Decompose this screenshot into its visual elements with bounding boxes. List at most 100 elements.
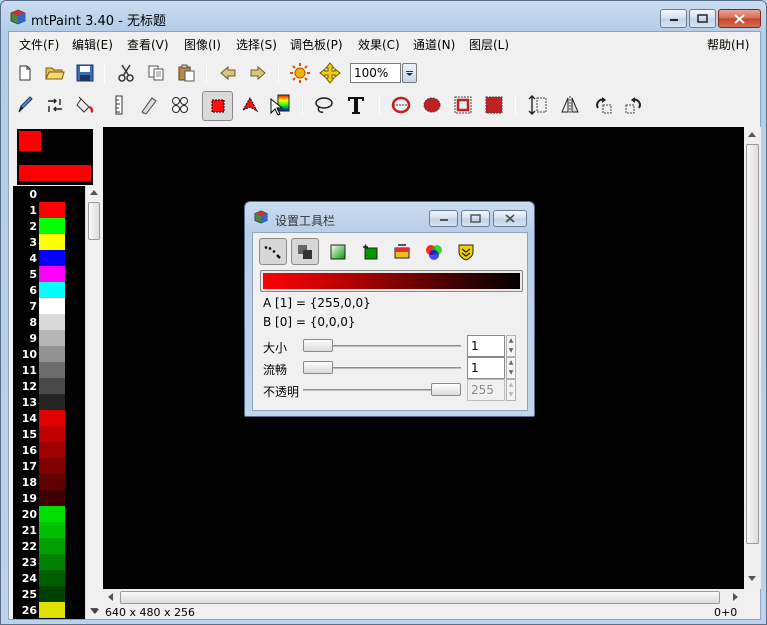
dialog-minimize-button[interactable] [429, 210, 458, 227]
size-spinbox[interactable]: 1 [467, 335, 505, 357]
palette-entry[interactable]: 21 [13, 522, 69, 538]
polygon-select-button[interactable] [237, 93, 263, 117]
horizontal-scroll-thumb[interactable] [120, 591, 720, 604]
dialog-close-button[interactable] [493, 210, 527, 227]
rectangle-outline-button[interactable] [450, 93, 476, 117]
save-button[interactable] [72, 61, 98, 85]
pan-button[interactable] [317, 61, 343, 85]
copy-button[interactable] [143, 61, 169, 85]
palette-entry[interactable]: 8 [13, 314, 69, 330]
dialog-maximize-button[interactable] [461, 210, 490, 227]
palette-entry[interactable]: 3 [13, 234, 69, 250]
shuffle-tool-button[interactable] [42, 93, 68, 117]
palette-entry[interactable]: 22 [13, 538, 69, 554]
undo-button[interactable] [215, 61, 241, 85]
palette-entry[interactable]: 0 [13, 186, 69, 202]
gradient-mode-button[interactable] [324, 238, 352, 265]
new-button[interactable] [12, 61, 38, 85]
palette-entry[interactable]: 18 [13, 474, 69, 490]
flood-fill-button[interactable] [72, 93, 98, 117]
palette-swatch[interactable] [39, 346, 65, 362]
opacity-slider-thumb[interactable] [431, 383, 461, 396]
palette-entry[interactable]: 23 [13, 554, 69, 570]
menu-file[interactable]: 文件(F) [19, 36, 59, 53]
brightness-button[interactable] [287, 61, 313, 85]
ellipse-filled-button[interactable] [419, 93, 445, 117]
menu-palette[interactable]: 调色板(P) [290, 36, 343, 53]
rectangle-filled-button[interactable] [481, 93, 507, 117]
lasso-button[interactable] [311, 93, 337, 117]
palette-swatch[interactable] [39, 234, 65, 250]
palette-entry[interactable]: 9 [13, 330, 69, 346]
palette-swatch[interactable] [39, 490, 65, 506]
palette-swatch[interactable] [39, 362, 65, 378]
rotate-cw-button[interactable] [621, 93, 647, 117]
palette-swatch[interactable] [39, 394, 65, 410]
palette-entry[interactable]: 12 [13, 378, 69, 394]
zoom-dropdown-button[interactable] [402, 63, 417, 83]
palette-entry[interactable]: 7 [13, 298, 69, 314]
palette-swatch[interactable] [39, 282, 65, 298]
size-slider-thumb[interactable] [303, 339, 333, 352]
open-button[interactable] [42, 61, 68, 85]
palette-entry[interactable]: 26 [13, 602, 69, 618]
menu-channels[interactable]: 通道(N) [413, 36, 455, 53]
paste-button[interactable] [173, 61, 199, 85]
mask-mode-button[interactable] [452, 238, 480, 265]
palette-swatch[interactable] [39, 538, 65, 554]
gradient-tool-button[interactable] [267, 93, 293, 117]
size-spin-buttons[interactable]: ▲ ▼ [506, 335, 516, 357]
color-ab-swatch[interactable] [17, 129, 93, 185]
redo-button[interactable] [245, 61, 271, 85]
palette-entry[interactable]: 25 [13, 586, 69, 602]
palette-entry[interactable]: 17 [13, 458, 69, 474]
menu-image[interactable]: 图像(I) [184, 36, 221, 53]
continuous-mode-button[interactable] [259, 238, 287, 265]
menu-effects[interactable]: 效果(C) [358, 36, 400, 53]
paint-tool-button[interactable] [12, 93, 38, 117]
palette-entry[interactable]: 19 [13, 490, 69, 506]
text-tool-button[interactable] [343, 93, 369, 117]
palette-list[interactable]: 0 1 2 3 4 5 6 7 8 9 10 11 12 13 14 15 16 17 18 19 20 21 22 23 24… [13, 186, 85, 619]
canvas-horizontal-scrollbar[interactable] [103, 589, 744, 606]
ellipse-outline-button[interactable] [388, 93, 414, 117]
palette-entry[interactable]: 6 [13, 282, 69, 298]
palette-swatch[interactable] [39, 554, 65, 570]
vertical-scroll-thumb[interactable] [746, 144, 759, 544]
select-rectangle-button[interactable] [202, 91, 233, 121]
tint-mode-button[interactable] [356, 238, 384, 265]
palette-swatch[interactable] [39, 298, 65, 314]
flip-vertical-button[interactable] [525, 93, 551, 117]
color-wheel-button[interactable] [420, 238, 448, 265]
palette-swatch[interactable] [39, 314, 65, 330]
zoom-combobox[interactable]: 100% [350, 63, 401, 83]
menu-layers[interactable]: 图层(L) [469, 36, 509, 53]
palette-entry[interactable]: 11 [13, 362, 69, 378]
flow-spinbox[interactable]: 1 [467, 357, 505, 379]
flow-slider-thumb[interactable] [303, 361, 333, 374]
palette-entry[interactable]: 13 [13, 394, 69, 410]
cut-button[interactable] [113, 61, 139, 85]
palette-swatch[interactable] [39, 218, 65, 234]
maximize-button[interactable] [689, 9, 716, 28]
palette-swatch[interactable] [39, 586, 65, 602]
palette-swatch[interactable] [39, 266, 65, 282]
palette-swatch[interactable] [39, 250, 65, 266]
close-button[interactable] [718, 9, 761, 28]
palette-swatch[interactable] [39, 330, 65, 346]
palette-swatch[interactable] [39, 458, 65, 474]
rotate-ccw-button[interactable] [590, 93, 616, 117]
color-a-swatch[interactable] [19, 131, 41, 151]
clone-tool-button[interactable] [167, 93, 193, 117]
palette-entry[interactable]: 1 [13, 202, 69, 218]
palette-swatch[interactable] [39, 602, 65, 618]
line-tool-button[interactable] [106, 93, 132, 117]
flip-horizontal-button[interactable] [557, 93, 583, 117]
title-bar[interactable]: mtPaint 3.40 - 无标题 [1, 1, 766, 32]
palette-entry[interactable]: 10 [13, 346, 69, 362]
palette-swatch[interactable] [39, 442, 65, 458]
palette-swatch[interactable] [39, 522, 65, 538]
palette-swatch[interactable] [39, 506, 65, 522]
smudge-tool-button[interactable] [136, 93, 162, 117]
palette-entry[interactable]: 2 [13, 218, 69, 234]
